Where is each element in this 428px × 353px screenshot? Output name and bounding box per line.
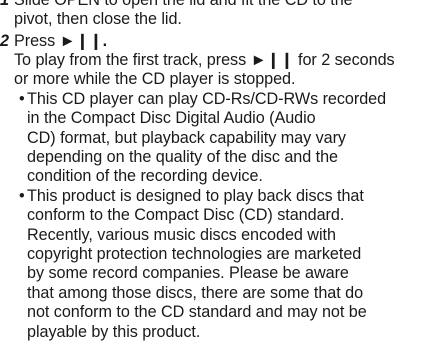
step-2-note-line-2: or more while the CD player is stopped. bbox=[14, 70, 296, 89]
bullet-1-line-2: in the Compact Disc Digital Audio (Audio bbox=[27, 109, 316, 128]
bullet-2-line-1: This product is designed to play back di… bbox=[27, 186, 364, 205]
bullet-2-marker: • bbox=[19, 186, 25, 205]
bullet-2-line-5: by some record companies. Please be awar… bbox=[27, 264, 349, 283]
bullet-1-line-4: depending on the quality of the disc and… bbox=[27, 147, 338, 166]
bullet-2-line-2: conform to the Compact Disc (CD) standar… bbox=[27, 206, 345, 225]
step-2-press-text: Press bbox=[14, 31, 56, 50]
bullet-1-line-5: condition of the recording device. bbox=[27, 167, 263, 186]
bullet-1-line-1: This CD player can play CD-Rs/CD-RWs rec… bbox=[27, 89, 387, 108]
bullet-1-line-3: CD) format, but playback capability may … bbox=[27, 128, 346, 147]
bullet-2-line-6: that among those discs, there are some t… bbox=[27, 283, 364, 302]
bullet-1-marker: • bbox=[19, 89, 25, 108]
bullet-2-line-7: not conform to the CD standard and may n… bbox=[27, 303, 367, 322]
step-2-number: 2 bbox=[0, 31, 10, 50]
step-2-press-line: Press ►❙❙. bbox=[14, 32, 107, 51]
step-1-line-1: Slide OPEN to open the lid and fit the C… bbox=[14, 0, 353, 9]
step-1-number: 1 bbox=[0, 0, 10, 9]
step-1-line-2: pivot, then close the lid. bbox=[14, 10, 182, 29]
bullet-2-line-3: Recently, various music discs encoded wi… bbox=[27, 225, 336, 244]
bullet-2-line-8: playable by this product. bbox=[27, 322, 201, 341]
step-2-note-line-1: To play from the first track, press ►❙❙ … bbox=[14, 50, 395, 69]
play-pause-symbol: ►❙❙. bbox=[59, 31, 108, 50]
bullet-2-line-4: copyright protection technologies are ma… bbox=[27, 244, 362, 263]
